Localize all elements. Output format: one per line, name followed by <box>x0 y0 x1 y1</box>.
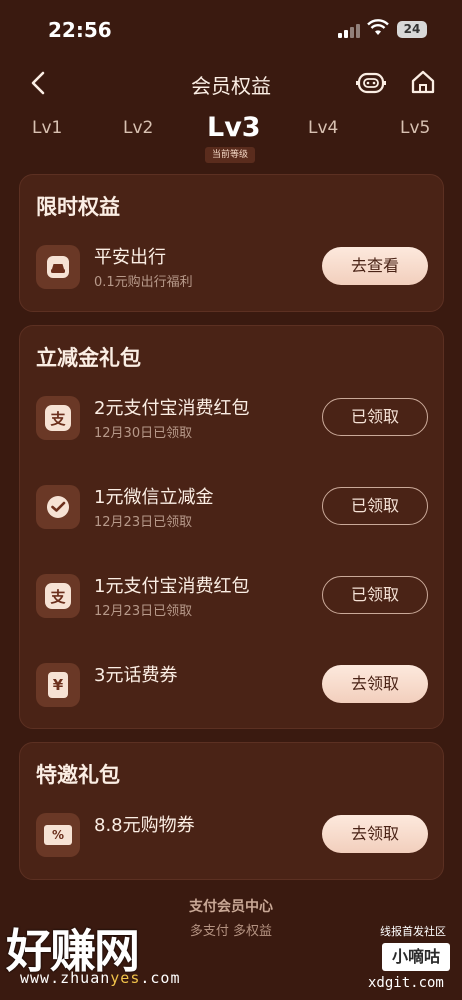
tab-lv2[interactable]: Lv2 <box>123 118 153 138</box>
list-item: 平安出行 0.1元购出行福利 去查看 <box>36 245 428 295</box>
footer-title: 支付会员中心 <box>189 899 273 915</box>
coupon-pack-card: 立减金礼包 支 2元支付宝消费红包 12月30日已领取 已领取 1元微信立减金 … <box>19 325 444 729</box>
tab-lv5[interactable]: Lv5 <box>400 118 430 138</box>
special-pack-card: 特邀礼包 % 8.8元购物券 去领取 <box>19 742 444 880</box>
status-time: 22:56 <box>48 18 112 42</box>
watermark-url: www.zhuanyes.com <box>20 969 181 987</box>
item-name: 2元支付宝消费红包 <box>94 398 250 419</box>
wechat-pay-icon <box>36 485 80 529</box>
battery-icon: 24 <box>397 21 427 38</box>
car-icon <box>36 245 80 289</box>
view-button[interactable]: 去查看 <box>322 247 428 285</box>
item-name: 8.8元购物券 <box>94 815 195 836</box>
claim-button[interactable]: 去领取 <box>322 665 428 703</box>
card-title: 限时权益 <box>36 195 120 219</box>
item-desc: 12月30日已领取 <box>94 426 193 441</box>
list-item: ¥ 3元话费券 去领取 <box>36 663 428 713</box>
card-title: 立减金礼包 <box>36 346 141 370</box>
claim-button[interactable]: 去领取 <box>322 815 428 853</box>
wifi-icon <box>367 19 389 35</box>
card-title: 特邀礼包 <box>36 763 120 787</box>
item-name: 1元微信立减金 <box>94 487 214 508</box>
status-bar: 22:56 24 <box>0 0 462 60</box>
watermark-badge: 小嘀咕 <box>382 943 450 971</box>
alipay-icon: 支 <box>36 574 80 618</box>
watermark: 好赚网 www.zhuanyes.com 线报首发社区 小嘀咕 xdgit.co… <box>0 915 462 1000</box>
phone-bill-icon: ¥ <box>36 663 80 707</box>
claimed-button[interactable]: 已领取 <box>322 576 428 614</box>
tab-lv4[interactable]: Lv4 <box>308 118 338 138</box>
signal-icon <box>338 22 362 38</box>
claimed-button[interactable]: 已领取 <box>322 398 428 436</box>
item-desc: 12月23日已领取 <box>94 515 193 530</box>
shopping-coupon-icon: % <box>36 813 80 857</box>
watermark-tag: 线报首发社区 <box>380 925 446 938</box>
item-name: 1元支付宝消费红包 <box>94 576 250 597</box>
robot-assistant-icon[interactable] <box>356 70 386 96</box>
claimed-button[interactable]: 已领取 <box>322 487 428 525</box>
limited-benefits-card: 限时权益 平安出行 0.1元购出行福利 去查看 <box>19 174 444 312</box>
item-name: 3元话费券 <box>94 665 178 686</box>
current-level-badge: 当前等级 <box>205 147 255 163</box>
list-item: 1元微信立减金 12月23日已领取 已领取 <box>36 485 428 535</box>
list-item: 支 2元支付宝消费红包 12月30日已领取 已领取 <box>36 396 428 446</box>
tab-lv3[interactable]: Lv3 <box>207 112 261 143</box>
page-title: 会员权益 <box>191 74 271 98</box>
alipay-icon: 支 <box>36 396 80 440</box>
nav-bar: 会员权益 <box>0 60 462 106</box>
item-desc: 0.1元购出行福利 <box>94 275 193 290</box>
item-name: 平安出行 <box>94 247 166 268</box>
list-item: % 8.8元购物券 去领取 <box>36 813 428 863</box>
list-item: 支 1元支付宝消费红包 12月23日已领取 已领取 <box>36 574 428 624</box>
item-desc: 12月23日已领取 <box>94 604 193 619</box>
tab-lv1[interactable]: Lv1 <box>32 118 62 138</box>
home-icon[interactable] <box>410 69 436 95</box>
watermark-url-2: xdgit.com <box>368 975 444 991</box>
